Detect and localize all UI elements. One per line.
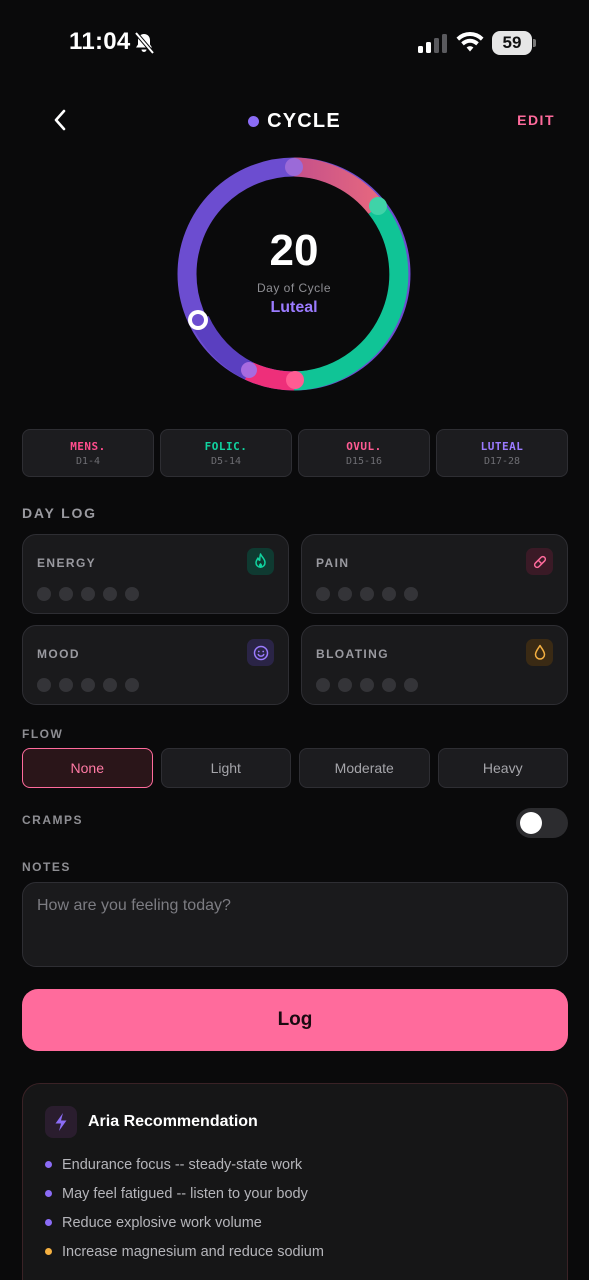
phase-menstrual[interactable]: MENS. D1-4 xyxy=(22,429,154,477)
day-log-heading: DAY LOG xyxy=(22,505,97,521)
title-dot xyxy=(248,115,260,127)
rating-dot[interactable] xyxy=(125,678,139,692)
flow-option-light[interactable]: Light xyxy=(160,748,291,788)
toggle-knob xyxy=(520,812,542,834)
phase-follicular[interactable]: FOLIC. D5-14 xyxy=(160,429,292,477)
phase-range: D17-28 xyxy=(483,455,521,467)
cramps-toggle[interactable] xyxy=(516,808,568,838)
rating-dot[interactable] xyxy=(338,678,352,692)
card-label: ENERGY xyxy=(37,556,97,570)
bullet xyxy=(45,1219,52,1226)
recommendation-card: Aria Recommendation Endurance focus -- s… xyxy=(22,1083,568,1280)
list-item: Reduce explosive work volume xyxy=(45,1208,324,1237)
smile-icon xyxy=(247,639,274,666)
rating-dot[interactable] xyxy=(103,678,117,692)
page-header: CYCLE xyxy=(0,106,589,136)
bloating-card[interactable]: BLOATING xyxy=(301,625,568,705)
cycle-day-number: 20 xyxy=(269,226,319,275)
list-item: May feel fatigued -- listen to your body xyxy=(45,1179,324,1208)
droplet-icon xyxy=(526,639,553,666)
pain-rating xyxy=(316,587,418,601)
rating-dot[interactable] xyxy=(360,678,374,692)
rating-dot[interactable] xyxy=(404,587,418,601)
rating-dot[interactable] xyxy=(316,678,330,692)
mood-rating xyxy=(37,678,139,692)
current-phase-name: Luteal xyxy=(270,299,318,316)
phase-luteal[interactable]: LUTEAL D17-28 xyxy=(436,429,568,477)
rating-dot[interactable] xyxy=(316,587,330,601)
phase-ovulation[interactable]: OVUL. D15-16 xyxy=(298,429,430,477)
phase-legend: MENS. D1-4 FOLIC. D5-14 OVUL. D15-16 LUT… xyxy=(22,429,568,477)
flow-heading: FLOW xyxy=(22,727,64,741)
phase-label: LUTEAL xyxy=(480,439,524,453)
rating-dot[interactable] xyxy=(382,587,396,601)
notes-input[interactable] xyxy=(22,882,568,967)
energy-card[interactable]: ENERGY xyxy=(22,534,289,614)
notes-heading: NOTES xyxy=(22,860,71,874)
recommendation-title: Aria Recommendation xyxy=(88,1113,258,1130)
card-label: BLOATING xyxy=(316,647,389,661)
recommendation-text: May feel fatigued -- listen to your body xyxy=(62,1185,308,1202)
flame-icon xyxy=(247,548,274,575)
rating-dot[interactable] xyxy=(37,587,51,601)
log-button[interactable]: Log xyxy=(22,989,568,1051)
recommendation-text: Increase magnesium and reduce sodium xyxy=(62,1243,324,1260)
cramps-label: CRAMPS xyxy=(22,813,84,827)
phase-label: MENS. xyxy=(70,439,106,453)
recommendation-text: Endurance focus -- steady-state work xyxy=(62,1156,303,1173)
phase-range: D5-14 xyxy=(210,455,242,467)
signal-icon xyxy=(418,34,447,53)
recommendation-text: Reduce explosive work volume xyxy=(62,1214,262,1231)
bullet xyxy=(45,1248,52,1255)
phase-range: D1-4 xyxy=(75,455,101,467)
recommendation-list: Endurance focus -- steady-state work May… xyxy=(45,1150,324,1266)
rating-dot[interactable] xyxy=(81,587,95,601)
rating-dot[interactable] xyxy=(338,587,352,601)
status-time: 11:04 xyxy=(69,28,131,55)
phase-label: OVUL. xyxy=(346,439,382,453)
phase-label: FOLIC. xyxy=(204,439,248,453)
wifi-icon xyxy=(456,31,484,52)
phase-range: D15-16 xyxy=(345,455,383,467)
card-label: MOOD xyxy=(37,647,80,661)
rating-dot[interactable] xyxy=(59,587,73,601)
energy-rating xyxy=(37,587,139,601)
bullet xyxy=(45,1161,52,1168)
page-title: CYCLE xyxy=(267,109,341,132)
battery-icon: 59 xyxy=(492,31,536,55)
mood-card[interactable]: MOOD xyxy=(22,625,289,705)
rating-dot[interactable] xyxy=(81,678,95,692)
list-item: Increase magnesium and reduce sodium xyxy=(45,1237,324,1266)
pill-icon xyxy=(526,548,553,575)
rating-dot[interactable] xyxy=(125,587,139,601)
bolt-icon xyxy=(45,1106,77,1138)
card-label: PAIN xyxy=(316,556,350,570)
bloating-rating xyxy=(316,678,418,692)
rating-dot[interactable] xyxy=(37,678,51,692)
battery-percent: 59 xyxy=(502,33,522,52)
rating-dot[interactable] xyxy=(103,587,117,601)
edit-button[interactable]: EDIT xyxy=(517,112,555,128)
list-item: Endurance focus -- steady-state work xyxy=(45,1150,324,1179)
status-bar: 11:04 59 xyxy=(0,0,589,80)
flow-option-heavy[interactable]: Heavy xyxy=(437,748,568,788)
flow-selector: None Light Moderate Heavy xyxy=(22,748,568,788)
rating-dot[interactable] xyxy=(360,587,374,601)
bullet xyxy=(45,1190,52,1197)
bell-slash-icon xyxy=(134,31,155,55)
pain-card[interactable]: PAIN xyxy=(301,534,568,614)
rating-dot[interactable] xyxy=(59,678,73,692)
flow-option-none[interactable]: None xyxy=(22,748,153,788)
flow-option-moderate[interactable]: Moderate xyxy=(299,748,430,788)
cycle-day-caption: Day of Cycle xyxy=(256,281,332,295)
rating-dot[interactable] xyxy=(404,678,418,692)
rating-dot[interactable] xyxy=(382,678,396,692)
cycle-summary: 20 Day of Cycle Luteal xyxy=(177,157,411,391)
